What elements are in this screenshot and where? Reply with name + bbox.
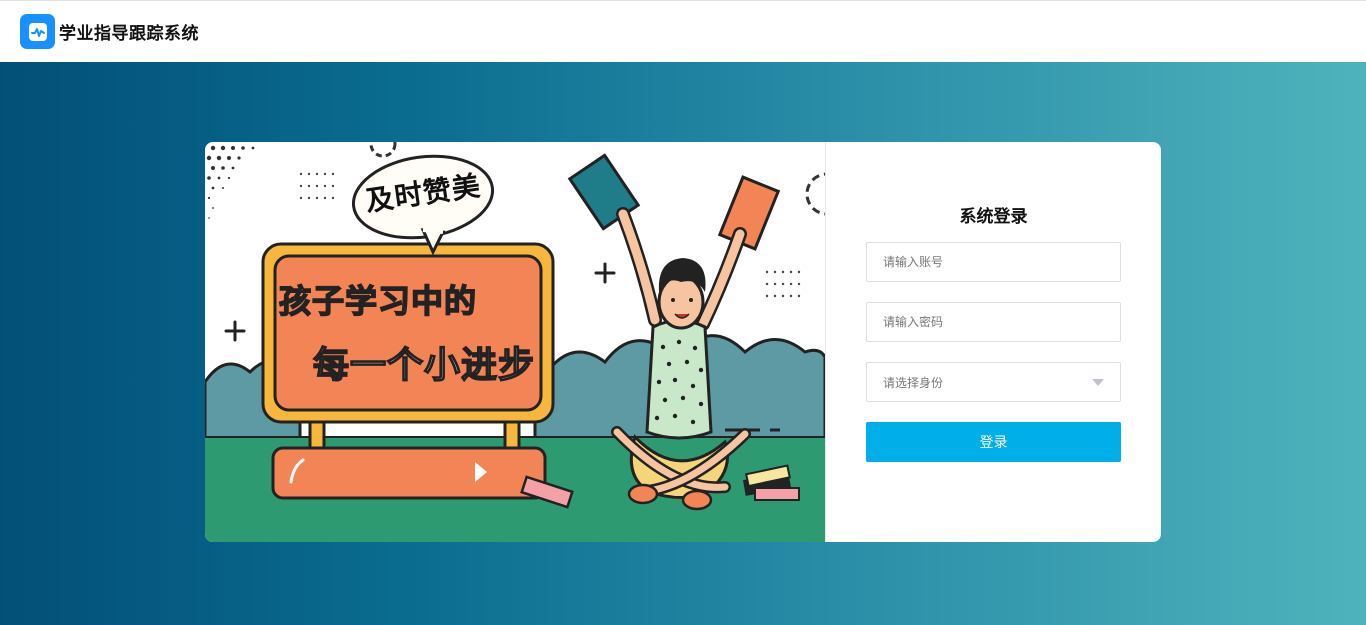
account-input[interactable] bbox=[866, 242, 1121, 282]
login-title: 系统登录 bbox=[959, 207, 1028, 227]
app-logo-icon bbox=[20, 14, 55, 49]
login-panel: 系统登录 请选择身份 登录 bbox=[826, 142, 1161, 542]
board-text-line2: 每一个小进步 bbox=[312, 344, 536, 387]
password-input[interactable] bbox=[866, 302, 1121, 342]
chevron-down-icon bbox=[1092, 378, 1104, 386]
login-background: 及时赞美 孩子学习中的 每一个小进步 系统登录 请选择身份 登录 bbox=[0, 62, 1366, 625]
board-text-line1: 孩子学习中的 bbox=[278, 281, 478, 321]
banner-illustration: 及时赞美 孩子学习中的 每一个小进步 bbox=[205, 142, 825, 542]
login-card: 及时赞美 孩子学习中的 每一个小进步 系统登录 请选择身份 登录 bbox=[205, 142, 1161, 542]
top-header: 学业指导跟踪系统 bbox=[0, 0, 1366, 62]
login-button[interactable]: 登录 bbox=[866, 422, 1121, 462]
app-title: 学业指导跟踪系统 bbox=[59, 24, 199, 44]
role-select[interactable]: 请选择身份 bbox=[866, 362, 1121, 402]
role-select-placeholder: 请选择身份 bbox=[883, 375, 944, 390]
